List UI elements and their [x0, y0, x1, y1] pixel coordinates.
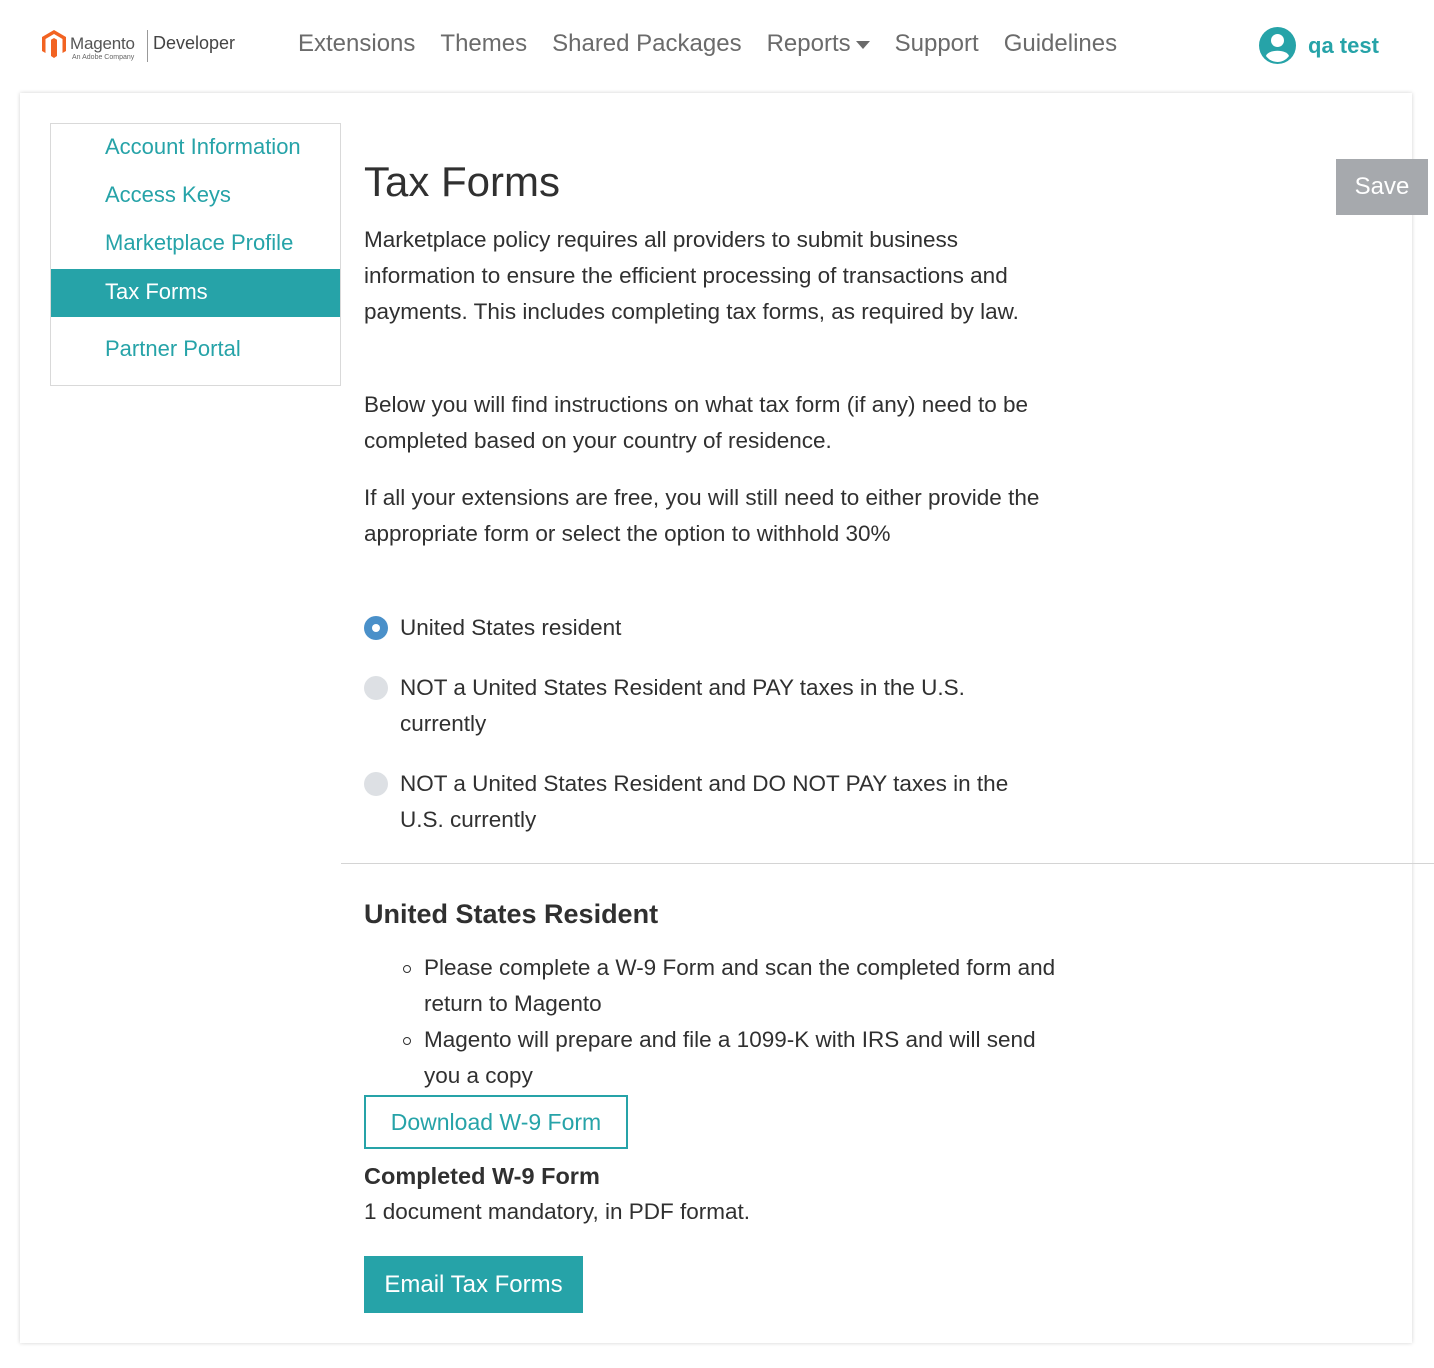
- sidebar-item-account-information[interactable]: Account Information: [51, 124, 340, 172]
- user-name: qa test: [1308, 32, 1379, 58]
- upload-note: 1 document mandatory, in PDF format.: [364, 1199, 750, 1224]
- sidebar-item-partner-portal[interactable]: Partner Portal: [51, 326, 340, 374]
- sidebar-item-marketplace-profile[interactable]: Marketplace Profile: [51, 220, 340, 268]
- radio-label: NOT a United States Resident and DO NOT …: [400, 771, 1009, 832]
- sidebar-item-label: Marketplace Profile: [105, 230, 294, 255]
- account-sidebar: Account Information Access Keys Marketpl…: [50, 123, 341, 386]
- upload-heading: Completed W-9 Form: [364, 1163, 600, 1189]
- radio-button-checked[interactable]: [364, 616, 388, 640]
- email-tax-forms-button[interactable]: Email Tax Forms: [364, 1256, 583, 1313]
- nav-support[interactable]: Support: [895, 30, 979, 58]
- caret-down-icon: [855, 41, 870, 49]
- main-nav: Extensions Themes Shared Packages Report…: [298, 30, 1142, 58]
- user-menu[interactable]: qa test: [1259, 27, 1379, 64]
- nav-extensions[interactable]: Extensions: [298, 30, 415, 58]
- instructions-paragraph: Below you will find instructions on what…: [364, 392, 1029, 453]
- save-button[interactable]: Save: [1336, 159, 1428, 215]
- radio-button[interactable]: [364, 772, 388, 796]
- magento-logo-icon: [42, 30, 66, 58]
- radio-label: NOT a United States Resident and PAY tax…: [400, 675, 965, 736]
- radio-label: United States resident: [400, 615, 622, 640]
- nav-reports-label: Reports: [766, 30, 851, 57]
- list-item: Please complete a W-9 Form and scan the …: [403, 950, 1064, 1022]
- list-item: Magento will prepare and file a 1099-K w…: [403, 1022, 1064, 1094]
- logo-sub: An Adobe Company: [72, 54, 135, 61]
- sidebar-item-label: Account Information: [105, 134, 301, 159]
- sidebar-item-label: Partner Portal: [105, 336, 241, 361]
- user-avatar-icon: [1259, 27, 1296, 64]
- logo-brand: Magento: [70, 34, 135, 53]
- sidebar-item-label: Tax Forms: [105, 279, 208, 304]
- nav-themes[interactable]: Themes: [440, 30, 527, 58]
- section-divider: [341, 863, 1434, 864]
- logo-divider: [147, 30, 148, 62]
- download-w9-button[interactable]: Download W-9 Form: [364, 1095, 628, 1149]
- section-heading: United States Resident: [364, 899, 659, 929]
- sidebar-item-label: Access Keys: [105, 182, 231, 207]
- nav-reports[interactable]: Reports: [767, 30, 870, 58]
- page-title: Tax Forms: [364, 158, 561, 205]
- nav-shared-packages[interactable]: Shared Packages: [552, 30, 741, 58]
- top-header: Magento An Adobe Company Developer Exten…: [0, 0, 1434, 92]
- logo-product: Developer: [153, 33, 236, 53]
- radio-button[interactable]: [364, 676, 388, 700]
- instruction-list: Please complete a W-9 Form and scan the …: [403, 950, 1064, 1094]
- sidebar-item-tax-forms[interactable]: Tax Forms: [51, 269, 340, 317]
- intro-paragraph: Marketplace policy requires all provider…: [364, 227, 1019, 324]
- sidebar-item-access-keys[interactable]: Access Keys: [51, 172, 340, 220]
- free-extensions-paragraph: If all your extensions are free, you wil…: [364, 485, 1040, 546]
- nav-guidelines[interactable]: Guidelines: [1004, 30, 1117, 58]
